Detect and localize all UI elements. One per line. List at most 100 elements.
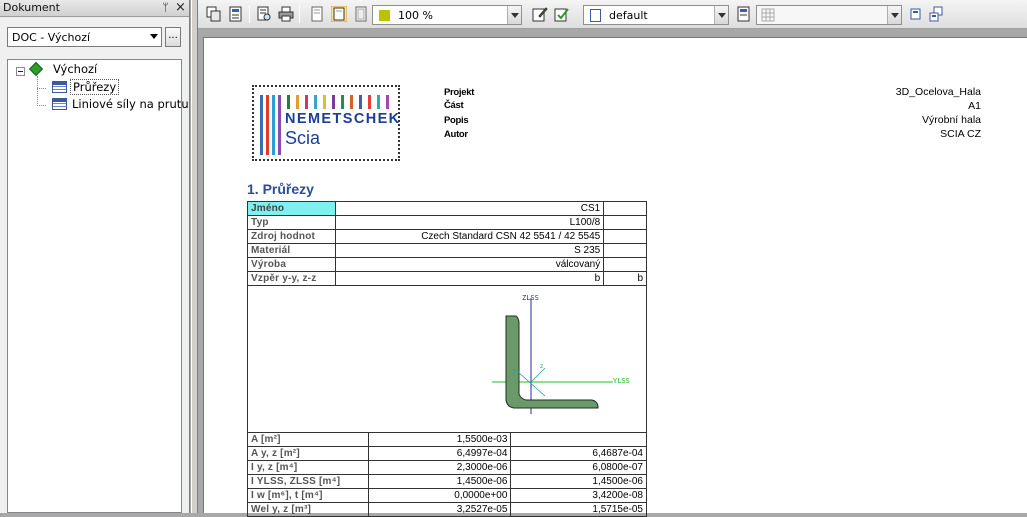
- value-1: 1,4500e-06: [367, 474, 512, 489]
- multi-page-icon[interactable]: [928, 6, 944, 22]
- tree-item-root[interactable]: Výchozí: [8, 61, 181, 78]
- zoom-select[interactable]: 100 %: [372, 5, 522, 25]
- document-properties-icon[interactable]: [228, 6, 244, 22]
- property-extra: [603, 257, 647, 272]
- property-value: L100/8: [334, 215, 605, 230]
- document-page: NEMETSCHEK Scia Projekt Část Popis Autor…: [203, 37, 1027, 517]
- diamond-icon: [28, 61, 44, 77]
- logo-bar: [314, 95, 317, 109]
- pin-icon[interactable]: ᛘ: [159, 1, 172, 14]
- more-button[interactable]: ...: [165, 27, 181, 47]
- edit-document-icon[interactable]: [532, 6, 548, 22]
- property-value: Czech Standard CSN 42 5541 / 42 5545: [334, 229, 605, 244]
- value-key: I y, z [m⁴]: [247, 460, 369, 475]
- table-row: Zdroj hodnot Czech Standard CSN 42 5541 …: [247, 229, 647, 244]
- page-width-icon[interactable]: [309, 6, 325, 22]
- style-editor-icon[interactable]: [736, 6, 752, 22]
- header-value-popis: Výrobní hala: [922, 114, 981, 126]
- table-style-select[interactable]: [756, 5, 902, 25]
- toolbar-separator: [249, 5, 250, 23]
- single-page-icon[interactable]: [908, 6, 924, 22]
- tree-item-prurezy[interactable]: Průřezy: [8, 79, 181, 96]
- header-key-autor: Autor: [444, 129, 468, 140]
- whole-page-icon[interactable]: [331, 6, 347, 22]
- value-key: I YLSS, ZLSS [m⁴]: [247, 474, 369, 489]
- logo-bar: [287, 95, 290, 109]
- value-key: A [m²]: [247, 432, 369, 447]
- table-row: Typ L100/8: [247, 215, 647, 230]
- angle-section-figure: ZLSS YLSS z y: [492, 294, 630, 414]
- value-2: 1,4500e-06: [510, 474, 647, 489]
- company-logo: NEMETSCHEK Scia: [252, 85, 400, 161]
- logo-bar: [278, 95, 281, 155]
- property-key: Materiál: [247, 243, 336, 258]
- principal-axis-label: z: [540, 363, 543, 370]
- value-2: 6,0800e-07: [510, 460, 647, 475]
- logo-bar: [386, 95, 389, 109]
- panel-splitter[interactable]: [191, 0, 198, 513]
- value-1: 3,2527e-05: [367, 502, 512, 517]
- logo-bar: [323, 95, 326, 109]
- value-2: 3,4200e-08: [510, 488, 647, 503]
- document-select-value: DOC - Výchozí: [12, 31, 91, 44]
- cross-section-values-table: A [m²] 1,5500e-03 A y, z [m²] 6,4997e-04…: [247, 432, 647, 517]
- print-preview-icon[interactable]: [256, 6, 272, 22]
- header-value-projekt: 3D_Ocelova_Hala: [895, 86, 981, 98]
- property-value: válcovaný: [334, 257, 605, 272]
- tree-item-label: Výchozí: [53, 62, 98, 76]
- toolbar-separator: [299, 5, 300, 23]
- table-icon: [52, 81, 67, 93]
- update-document-icon[interactable]: [554, 6, 570, 22]
- table-row: A y, z [m²] 6,4997e-04 6,4687e-04: [247, 446, 647, 461]
- logo-bar: [341, 95, 344, 109]
- logo-bar: [305, 95, 308, 109]
- section-title: 1. Průřezy: [247, 181, 314, 197]
- value-key: A y, z [m²]: [247, 446, 369, 461]
- principal-axis-line: [530, 367, 546, 383]
- value-1: 0,0000e+00: [367, 488, 512, 503]
- tree-item-liniove-sily[interactable]: Liniové síly na prutu: [8, 96, 189, 113]
- logo-bar: [266, 95, 269, 155]
- property-value: b: [334, 271, 605, 286]
- logo-word: NEMETSCHEK: [285, 111, 401, 127]
- zoom-color-swatch: [379, 10, 390, 21]
- cross-section-drawing: ZLSS YLSS z y: [247, 286, 647, 433]
- print-icon[interactable]: [278, 6, 294, 22]
- header-key-projekt: Projekt: [444, 87, 475, 98]
- copy-icon[interactable]: [206, 6, 222, 22]
- document-panel: Dokument ᛘ × DOC - Výchozí ... Výchozí P…: [0, 0, 190, 513]
- tree-item-label: Průřezy: [70, 79, 120, 95]
- principal-axis-label: y: [513, 367, 517, 374]
- panel-title: Dokument: [3, 1, 60, 14]
- tree-item-label: Liniové síly na prutu: [72, 97, 189, 111]
- value-2: 1,5715e-05: [510, 502, 647, 517]
- panel-header: Dokument ᛘ ×: [0, 0, 189, 17]
- zoom-value: 100 %: [398, 9, 433, 22]
- table-row: A [m²] 1,5500e-03: [247, 432, 647, 447]
- table-icon: [52, 98, 67, 110]
- property-key: Vzpěr y-y, z-z: [247, 271, 336, 286]
- chevron-down-icon: [150, 34, 158, 39]
- value-2: 6,4687e-04: [510, 446, 647, 461]
- z-axis-label: ZLSS: [522, 294, 539, 302]
- logo-bar: [350, 95, 353, 109]
- document-select[interactable]: DOC - Výchozí: [7, 27, 162, 47]
- table-row: Vzpěr y-y, z-z b b: [247, 271, 647, 286]
- chevron-down-icon: [887, 6, 901, 24]
- property-extra: [603, 201, 647, 216]
- document-tree: Výchozí Průřezy Liniové síly na prutu: [7, 59, 189, 513]
- logo-bar: [377, 95, 380, 109]
- collapse-toggle-icon[interactable]: [16, 67, 25, 76]
- logo-bar: [359, 95, 362, 109]
- property-value: S 235: [334, 243, 605, 258]
- value-1: 2,3000e-06: [367, 460, 512, 475]
- value-2: [510, 432, 647, 447]
- toolbar: 100 % default: [198, 0, 1027, 29]
- table-row: Jméno CS1: [247, 201, 647, 216]
- page-layout-icon[interactable]: [353, 6, 369, 22]
- close-icon[interactable]: ×: [174, 1, 187, 14]
- property-extra: [603, 215, 647, 230]
- style-select[interactable]: default: [583, 5, 729, 25]
- logo-bar: [368, 95, 371, 109]
- property-extra: b: [603, 271, 647, 286]
